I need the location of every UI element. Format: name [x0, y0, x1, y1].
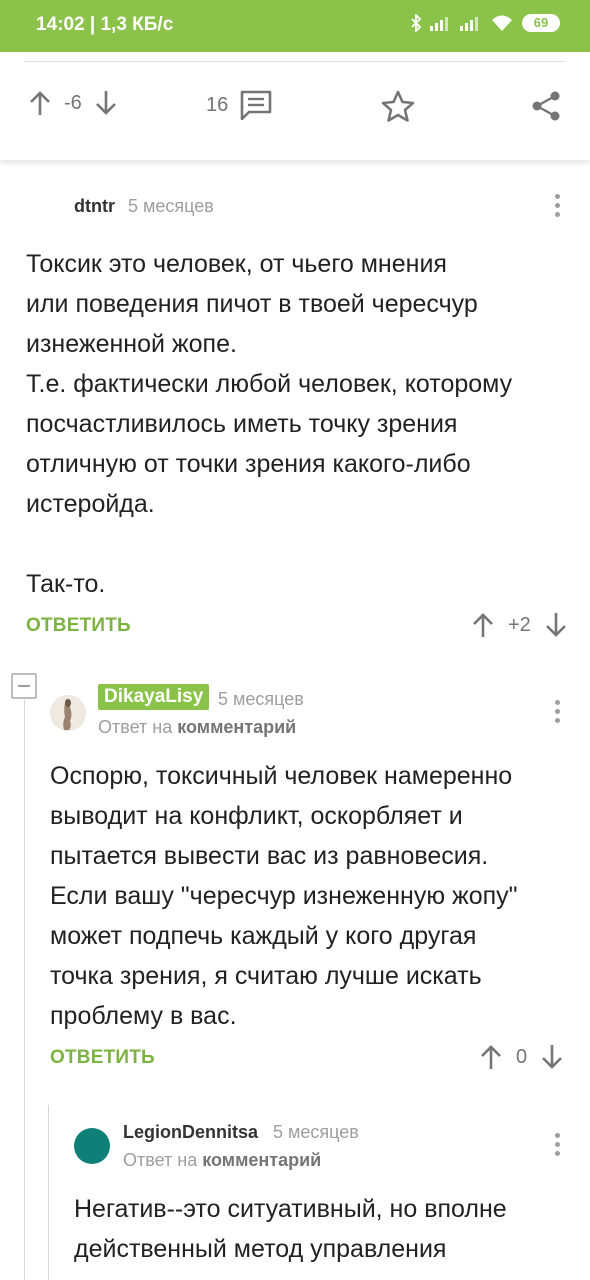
reply-to-link[interactable]: комментарий — [202, 1150, 321, 1170]
reply-button[interactable]: ОТВЕТИТЬ — [26, 615, 131, 637]
thread-line — [48, 1105, 49, 1280]
comment-time: 5 месяцев — [218, 689, 304, 709]
arrow-up-icon[interactable] — [472, 612, 494, 638]
save-post-button[interactable] — [381, 90, 415, 122]
battery-icon: 69 — [522, 14, 560, 32]
comment-author[interactable]: dtntr — [74, 196, 115, 217]
comment-vote: 0 — [480, 1044, 563, 1070]
reply-to-link[interactable]: комментарий — [177, 717, 296, 737]
signal-icon-2 — [460, 17, 478, 31]
post-rating-group: -6 — [28, 90, 118, 116]
comment-text: Негатив--это ситуативный, но вполне дейс… — [74, 1195, 507, 1263]
arrow-down-icon[interactable] — [545, 612, 567, 638]
avatar[interactable] — [50, 695, 86, 731]
reply-button[interactable]: ОТВЕТИТЬ — [50, 1047, 155, 1069]
comments-count: 16 — [206, 93, 229, 116]
arrow-down-icon[interactable] — [541, 1044, 563, 1070]
more-vert-icon[interactable] — [555, 194, 561, 217]
post-action-bar: -6 16 — [0, 52, 590, 160]
share-icon — [532, 91, 560, 121]
reply-to: Ответ на комментарий — [98, 717, 296, 738]
arrow-up-icon[interactable] — [480, 1044, 502, 1070]
comment-text: Токсик это человек, от чьего мнения или … — [26, 250, 513, 598]
comment-rating: +2 — [508, 613, 531, 636]
collapse-icon[interactable] — [11, 673, 37, 699]
star-icon — [381, 90, 415, 122]
divider — [24, 61, 566, 62]
more-vert-icon[interactable] — [555, 1133, 561, 1156]
comment-time: 5 месяцев — [128, 196, 214, 216]
comment-rating: 0 — [516, 1045, 528, 1068]
more-vert-icon[interactable] — [555, 700, 561, 723]
reply-to-prefix: Ответ на — [123, 1150, 198, 1170]
status-time: 14:02 | 1,3 КБ/с — [36, 14, 174, 35]
status-bar: 14:02 | 1,3 КБ/с 69 — [0, 0, 590, 52]
arrow-up-icon[interactable] — [28, 90, 52, 116]
comment-text: Оспорю, токсичный человек намеренно выво… — [50, 762, 518, 1030]
comment-time: 5 месяцев — [273, 1122, 359, 1142]
post-rating: -6 — [64, 91, 82, 114]
share-button[interactable] — [530, 90, 562, 122]
bluetooth-icon — [411, 14, 422, 32]
post-comments-button[interactable]: 16 — [206, 90, 272, 120]
wifi-icon — [492, 15, 512, 31]
comment-author[interactable]: LegionDennitsa — [123, 1122, 258, 1143]
thread-line — [24, 700, 25, 1280]
avatar[interactable] — [74, 1128, 110, 1164]
reply-to: Ответ на комментарий — [123, 1150, 321, 1171]
comments-icon — [240, 90, 272, 120]
reply-to-prefix: Ответ на — [98, 717, 173, 737]
comment-author[interactable]: DikayaLisy — [98, 684, 210, 710]
arrow-down-icon[interactable] — [94, 90, 118, 116]
system-icons: 69 — [410, 14, 560, 32]
comment-vote: +2 — [472, 612, 567, 638]
signal-icon — [430, 17, 448, 31]
